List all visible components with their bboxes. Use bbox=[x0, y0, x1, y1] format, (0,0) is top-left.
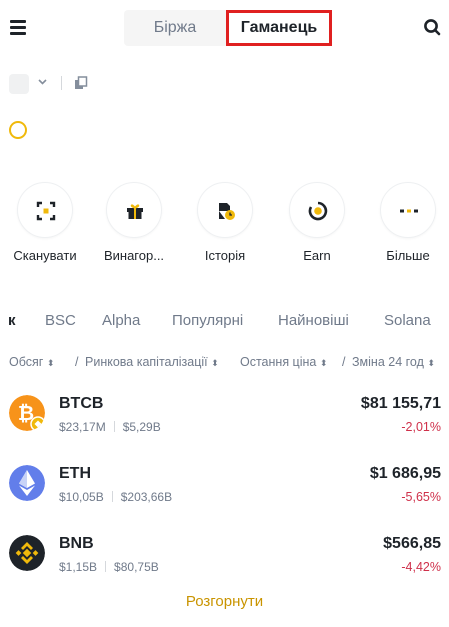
action-scan[interactable]: Сканувати bbox=[0, 182, 90, 263]
action-label: Earn bbox=[303, 248, 331, 263]
asset-change: -2,01% bbox=[401, 420, 441, 434]
action-history[interactable]: Історія bbox=[180, 182, 270, 263]
category-tabs: к BSC Alpha Популярні Найновіші Solana bbox=[0, 312, 449, 336]
asset-stats: $10,05B $203,66B bbox=[59, 490, 172, 504]
tab-category[interactable]: Найновіші bbox=[278, 312, 349, 329]
sort-change[interactable]: Зміна 24 год ⬍ bbox=[352, 355, 435, 369]
sort-market-cap[interactable]: Ринкова капіталізації ⬍ bbox=[85, 355, 219, 369]
tab-category[interactable]: к bbox=[8, 312, 16, 329]
sort-last-price[interactable]: Остання ціна ⬍ bbox=[240, 355, 327, 369]
asset-volume: $23,17M bbox=[59, 420, 106, 434]
sort-icon: ⬍ bbox=[427, 358, 435, 368]
asset-market-cap: $5,29B bbox=[122, 420, 161, 434]
tab-wallet[interactable]: Гаманець bbox=[226, 10, 332, 46]
tab-category[interactable]: BSC bbox=[45, 312, 76, 329]
asset-stats: $23,17M $5,29B bbox=[59, 420, 161, 434]
loading-spinner bbox=[9, 121, 27, 139]
asset-row[interactable]: ₿ BTCB $23,17M $5,29B $81 155,71 -2,01% bbox=[0, 395, 449, 445]
asset-volume: $10,05B bbox=[59, 490, 104, 504]
sort-icon: ⬍ bbox=[319, 358, 328, 368]
asset-market-cap: $203,66B bbox=[120, 490, 173, 504]
sort-volume[interactable]: Обсяг ⬍ bbox=[9, 355, 54, 369]
account-avatar[interactable] bbox=[9, 74, 29, 94]
action-label: Сканувати bbox=[13, 248, 77, 263]
asset-symbol: BTCB bbox=[59, 395, 104, 412]
asset-price: $1 686,95 bbox=[369, 465, 441, 482]
sort-icon: ⬍ bbox=[46, 358, 55, 368]
search-icon[interactable] bbox=[423, 18, 441, 36]
chevron-down-icon[interactable] bbox=[38, 76, 47, 88]
menu-icon[interactable] bbox=[10, 20, 26, 35]
asset-change: -5,65% bbox=[401, 490, 441, 504]
action-label: Винагор... bbox=[103, 248, 165, 263]
quick-actions: Сканувати Винагор... Історія Earn Більше bbox=[0, 182, 449, 272]
tab-category[interactable]: Популярні bbox=[172, 312, 243, 329]
asset-change: -4,42% bbox=[401, 560, 441, 574]
sort-separator: / bbox=[342, 355, 346, 369]
gift-icon bbox=[127, 204, 143, 219]
scan-icon bbox=[36, 201, 56, 221]
asset-symbol: ETH bbox=[59, 465, 91, 482]
more-icon bbox=[400, 209, 418, 213]
history-icon bbox=[219, 203, 235, 220]
asset-row[interactable]: ETH $10,05B $203,66B $1 686,95 -5,65% bbox=[0, 465, 449, 515]
asset-row[interactable]: BNB $1,15B $80,75B $566,85 -4,42% bbox=[0, 535, 449, 585]
asset-stats: $1,15B $80,75B bbox=[59, 560, 159, 574]
tab-category[interactable]: Solana bbox=[384, 312, 431, 329]
action-more[interactable]: Більше bbox=[363, 182, 449, 263]
action-label: Більше bbox=[386, 248, 430, 263]
tab-category[interactable]: Alpha bbox=[102, 312, 140, 329]
action-label: Історія bbox=[204, 248, 246, 263]
copy-icon[interactable] bbox=[74, 76, 88, 90]
asset-price: $566,85 bbox=[383, 535, 441, 552]
expand-button[interactable]: Розгорнути bbox=[0, 593, 449, 610]
eth-coin-icon bbox=[9, 465, 45, 501]
tab-exchange[interactable]: Біржа bbox=[124, 10, 226, 46]
asset-market-cap: $80,75B bbox=[114, 560, 159, 574]
bnb-coin-icon bbox=[9, 535, 45, 571]
sort-icon: ⬍ bbox=[211, 358, 219, 368]
asset-symbol: BNB bbox=[59, 535, 94, 552]
action-rewards[interactable]: Винагор... bbox=[89, 182, 179, 263]
divider bbox=[61, 76, 62, 90]
mode-switch: Біржа Гаманець bbox=[124, 10, 332, 46]
sort-separator: / bbox=[75, 355, 79, 369]
asset-price: $81 155,71 bbox=[360, 395, 441, 412]
action-earn[interactable]: Earn bbox=[272, 182, 362, 263]
earn-icon bbox=[308, 201, 328, 221]
asset-volume: $1,15B bbox=[59, 560, 98, 574]
btcb-coin-icon: ₿ bbox=[9, 395, 45, 431]
